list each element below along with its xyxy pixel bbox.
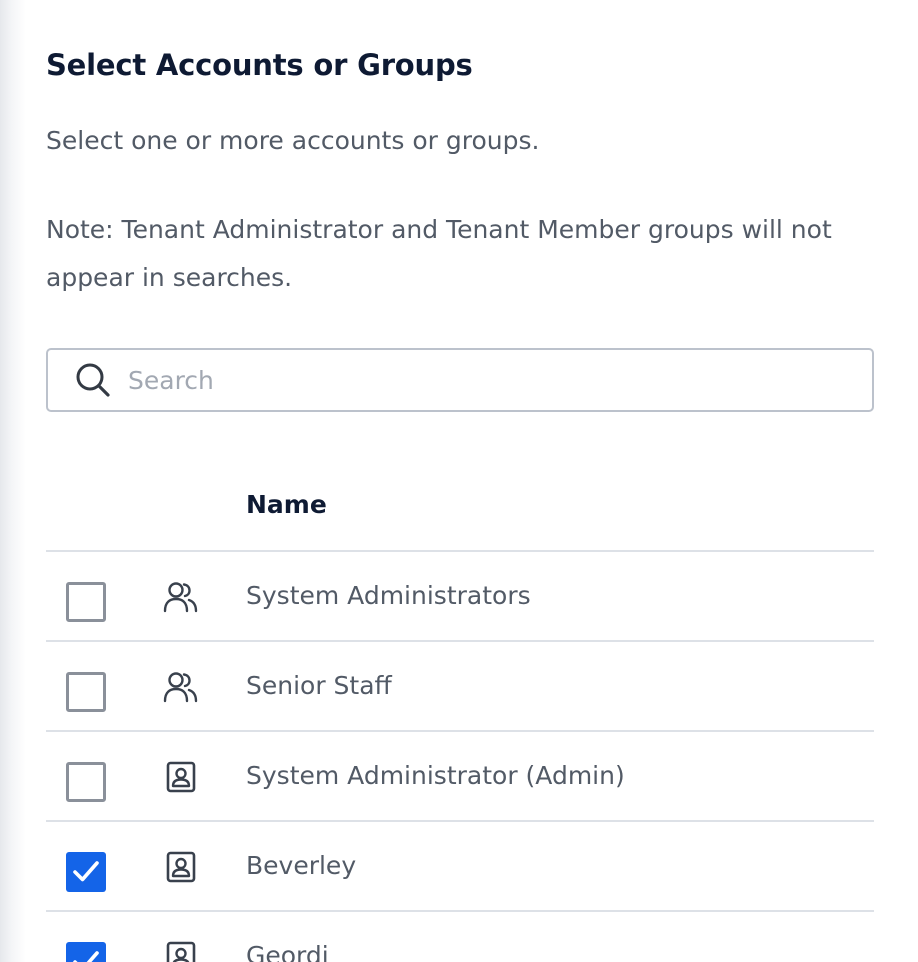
row-checkbox-checked[interactable] — [66, 942, 106, 962]
group-icon — [163, 582, 198, 613]
row-checkbox-checked[interactable] — [66, 852, 106, 892]
table-row[interactable]: System Administrators — [46, 552, 874, 642]
row-name: Beverley — [246, 851, 357, 880]
search-icon — [76, 363, 110, 397]
dialog-note: Note: Tenant Administrator and Tenant Me… — [46, 215, 832, 292]
user-badge-icon — [166, 851, 196, 883]
row-checkbox[interactable] — [66, 762, 106, 802]
row-name: System Administrator (Admin) — [246, 761, 625, 790]
table-row[interactable]: Senior Staff — [46, 642, 874, 732]
accounts-table: Name System Administrators Senior Staff — [46, 460, 874, 962]
row-name: System Administrators — [246, 581, 531, 610]
row-checkbox[interactable] — [66, 672, 106, 712]
panel-shadow — [0, 0, 26, 962]
group-icon — [163, 672, 198, 703]
row-checkbox[interactable] — [66, 582, 106, 622]
checkmark-icon — [73, 861, 99, 882]
search-input[interactable] — [128, 356, 828, 404]
table-row[interactable]: Beverley — [46, 822, 874, 912]
table-header: Name — [46, 460, 874, 552]
user-badge-icon — [166, 941, 196, 962]
table-row[interactable]: Geordi — [46, 912, 874, 962]
dialog-title: Select Accounts or Groups — [46, 48, 473, 82]
search-box[interactable] — [46, 348, 874, 412]
checkmark-icon — [73, 951, 99, 962]
table-row[interactable]: System Administrator (Admin) — [46, 732, 874, 822]
row-name: Senior Staff — [246, 671, 392, 700]
row-name: Geordi — [246, 941, 329, 962]
dialog-subtitle: Select one or more accounts or groups. — [46, 126, 540, 155]
select-accounts-panel: Select Accounts or Groups Select one or … — [0, 0, 918, 962]
column-header-name[interactable]: Name — [246, 490, 327, 519]
user-badge-icon — [166, 761, 196, 793]
